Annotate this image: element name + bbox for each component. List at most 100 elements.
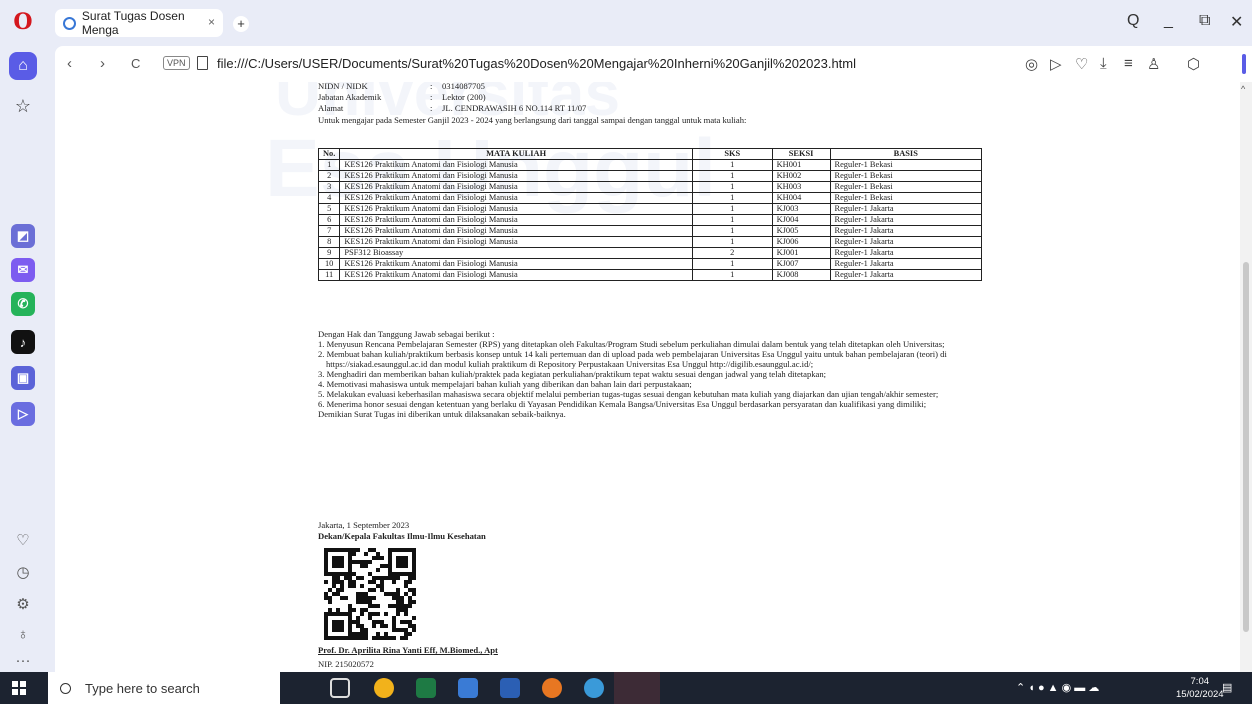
photos-app-icon[interactable]: ◩ [11, 224, 35, 248]
play-icon[interactable]: ▷ [1050, 55, 1062, 73]
duty-item: 4. Memotivasi mahasiswa untuk mempelajar… [318, 379, 692, 389]
place-date: Jakarta, 1 September 2023 [318, 520, 410, 530]
close-window-button[interactable]: ✕ [1230, 12, 1243, 32]
table-cell: KJ003 [771, 203, 831, 215]
table-cell: Reguler-1 Jakarta [829, 214, 982, 226]
table-cell: Reguler-1 Bekasi [829, 159, 982, 171]
table-row: 5 KES126 Praktikum Anatomi dan Fisiologi … [317, 203, 982, 215]
duty-item: 5. Melakukan evaluasi keberhasilan mahas… [318, 389, 939, 399]
table-cell: 1 [317, 159, 341, 171]
dean-title: Dekan/Kepala Fakultas Ilmu-Ilmu Kesehata… [318, 531, 486, 541]
heart-icon[interactable]: ♡ [1075, 55, 1088, 73]
history-icon[interactable]: ◷ [9, 558, 37, 586]
table-row: 6 KES126 Praktikum Anatomi dan Fisiologi … [317, 214, 982, 226]
more-icon[interactable]: ··· [9, 646, 37, 674]
search-icon [60, 682, 71, 694]
scroll-thumb[interactable] [1243, 262, 1249, 632]
tray-icons[interactable]: ⌃ ◖ ● ▲ ◉ ▬ ☁ [1016, 681, 1099, 694]
table-cell: 1 [691, 214, 773, 226]
id-row: NIDN / NIDK:0314087705 [318, 82, 485, 91]
taskbar: Type here to search ⌃ ◖ ● ▲ ◉ ▬ ☁ 7:04 1… [0, 672, 1252, 704]
whatsapp-icon[interactable]: ✆ [11, 292, 35, 316]
table-cell: KJ006 [771, 236, 831, 248]
pin-icon[interactable]: ♁ [9, 620, 37, 648]
menu-icon[interactable]: ≡ [1124, 55, 1133, 72]
opera-taskbar-icon[interactable] [614, 672, 660, 704]
notification-icon[interactable]: ▤ [1222, 681, 1232, 694]
player-icon[interactable]: ▷ [11, 402, 35, 426]
vertical-scrollbar[interactable]: ^ [1240, 82, 1252, 672]
table-cell: 1 [691, 236, 773, 248]
file-explorer-icon[interactable] [458, 678, 478, 698]
word-icon[interactable] [500, 678, 520, 698]
cube-icon[interactable]: ⬡ [1187, 55, 1200, 73]
tab-search-icon[interactable]: Q [1127, 12, 1139, 30]
firefox-icon[interactable] [542, 678, 562, 698]
minimize-button[interactable]: _ [1164, 12, 1173, 30]
qr-module [412, 636, 416, 640]
settings-icon[interactable]: ⚙ [9, 590, 37, 618]
table-cell: Reguler-1 Jakarta [829, 236, 982, 248]
table-cell: 3 [317, 181, 341, 193]
windows-start-icon[interactable] [12, 681, 26, 695]
page-favicon-icon [63, 16, 76, 30]
table-cell: KES126 Praktikum Anatomi dan Fisiologi M… [339, 170, 693, 182]
table-cell: Reguler-1 Bekasi [829, 192, 982, 204]
table-cell: PSF312 Bioassay [339, 247, 693, 259]
table-cell: KJ007 [771, 258, 831, 270]
table-cell: KH004 [771, 192, 831, 204]
tab-surat-tugas[interactable]: Surat Tugas Dosen Menga × [55, 9, 223, 37]
id-row: Alamat: JL. CENDRAWASIH 6 NO.114 RT 11/07 [318, 103, 587, 113]
table-cell: 1 [691, 203, 773, 215]
download-icon[interactable]: ⤓ [1100, 55, 1107, 72]
taskbar-search[interactable]: Type here to search [48, 672, 280, 704]
signature-block: Jakarta, 1 September 2023 Dekan/Kepala F… [318, 520, 486, 542]
messenger-icon[interactable]: ✉ [11, 258, 35, 282]
table-cell: Reguler-1 Jakarta [829, 258, 982, 270]
task-view-icon[interactable] [330, 678, 350, 698]
table-cell: Reguler-1 Bekasi [829, 170, 982, 182]
duty-item: 6. Menerima honor sesuai dengan ketentua… [318, 399, 927, 409]
camera-icon[interactable]: ◎ [1025, 55, 1038, 73]
bookmarks-icon[interactable]: ☆ [9, 92, 37, 120]
table-cell: 1 [691, 258, 773, 270]
table-cell: KJ004 [771, 214, 831, 226]
duty-item: 2. Membuat bahan kuliah/praktikum berbas… [318, 349, 947, 369]
col-header: SKS [691, 148, 773, 160]
heart-icon[interactable]: ♡ [9, 526, 37, 554]
table-cell: 1 [691, 170, 773, 182]
col-header: No. [317, 148, 341, 160]
home-icon[interactable]: ⌂ [9, 52, 37, 80]
vpn-badge[interactable]: VPN [163, 56, 190, 70]
bag-icon[interactable]: ▣ [11, 366, 35, 390]
url-field[interactable]: file:///C:/Users/USER/Documents/Surat%20… [217, 56, 856, 71]
tab-strip: Surat Tugas Dosen Menga × + Q _ ⧉ ✕ [47, 0, 1252, 44]
table-row: 2 KES126 Praktikum Anatomi dan Fisiologi … [317, 170, 982, 182]
table-cell: KES126 Praktikum Anatomi dan Fisiologi M… [339, 214, 693, 226]
assignment-letter: NIDN / NIDK:0314087705 Jabatan Akademik:… [317, 82, 1048, 669]
reload-button[interactable]: C [131, 56, 140, 71]
signer-nip: NIP. 215020572 [318, 659, 374, 669]
table-cell: 5 [317, 203, 341, 215]
excel-icon[interactable] [416, 678, 436, 698]
table-row: 7 KES126 Praktikum Anatomi dan Fisiologi … [317, 225, 982, 237]
qr-code [324, 548, 416, 640]
opera-logo[interactable]: O [9, 8, 37, 36]
table-cell: 11 [317, 269, 341, 281]
duties-title: Dengan Hak dan Tanggung Jawab sebagai be… [318, 329, 495, 339]
restore-button[interactable]: ⧉ [1199, 12, 1210, 30]
forward-button[interactable]: › [100, 55, 105, 72]
duty-item: 3. Menghadiri dan memberikan bahan kulia… [318, 369, 827, 379]
file-icon [197, 56, 208, 70]
new-tab-button[interactable]: + [233, 16, 249, 32]
table-cell: KES126 Praktikum Anatomi dan Fisiologi M… [339, 258, 693, 270]
chrome-icon[interactable] [374, 678, 394, 698]
profile-icon[interactable]: ♙ [1147, 55, 1160, 73]
back-button[interactable]: ‹ [67, 55, 72, 72]
chrome-alt-icon[interactable] [584, 678, 604, 698]
tab-close-icon[interactable]: × [208, 15, 215, 29]
table-cell: KES126 Praktikum Anatomi dan Fisiologi M… [339, 269, 693, 281]
tiktok-icon[interactable]: ♪ [11, 330, 35, 354]
scroll-up-icon[interactable]: ^ [1241, 84, 1245, 94]
clock[interactable]: 7:04 15/02/2024 [1176, 675, 1224, 701]
